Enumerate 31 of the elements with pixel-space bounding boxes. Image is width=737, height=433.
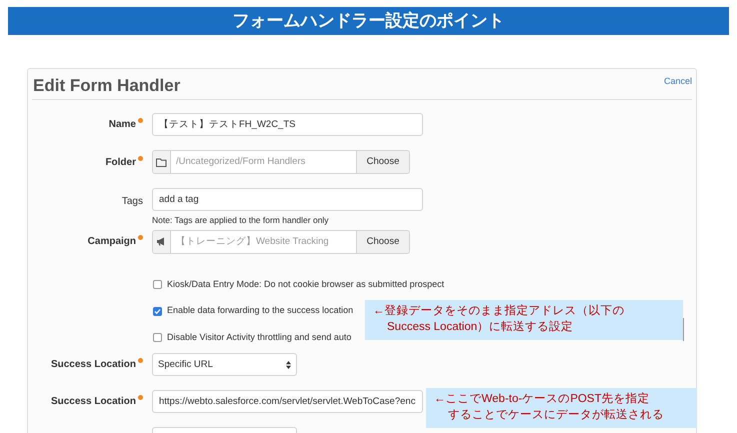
field-label: Success Location <box>50 395 136 410</box>
select-field[interactable]: Specific URL <box>152 353 297 376</box>
option-label: Disable Visitor Activity throttling and send auto <box>167 330 352 344</box>
text-field[interactable]: add a tag <box>152 188 423 211</box>
choose-button[interactable]: Choose <box>356 230 409 253</box>
checkbox[interactable] <box>153 333 162 342</box>
text-field[interactable]: https://webto.salesforce.com/servlet/servlet.WebToCase?enc <box>152 390 423 414</box>
field-label: Campaign <box>88 235 136 250</box>
field-label: Tags <box>122 195 143 210</box>
field-note: Note: Tags are applied to the form handler only <box>152 214 330 227</box>
annotation-text: ←登録データをそのまま指定アドレス（以下の <box>373 304 626 319</box>
megaphone-icon <box>156 237 167 246</box>
choose-button[interactable]: Choose <box>356 151 409 173</box>
option-label: Kiosk/Data Entry Mode: Do not cookie browser as submitted prospect <box>167 278 444 291</box>
field-label: Success Location <box>50 358 136 372</box>
panel-title: Edit Form Handler <box>32 75 180 97</box>
folder-icon <box>156 158 167 166</box>
annotation-text: Success Location）に転送する設定 <box>386 320 574 335</box>
annotation-text: することでケースにデータが転送される <box>447 408 665 423</box>
cancel-link[interactable]: Cancel <box>664 75 692 99</box>
annotation-text: ←ここでWeb-to-ケースのPOST先を指定 <box>434 392 650 407</box>
chooser-field[interactable]: /Uncategorized/Form Handlers Choose <box>152 150 410 174</box>
field-label: Folder <box>105 156 136 170</box>
select-arrows-icon <box>286 360 291 369</box>
checkbox[interactable] <box>153 280 162 289</box>
option-label: Enable data forwarding to the success location <box>167 304 354 318</box>
text-field[interactable]: 【テスト】テストFH_W2C_TS <box>152 113 423 136</box>
banner-title: フォームハンドラー設定のポイント <box>232 10 504 32</box>
checkbox[interactable] <box>153 306 162 316</box>
chooser-field[interactable]: 【トレーニング】Website Tracking Choose <box>152 230 410 254</box>
field-label: Name <box>108 118 136 132</box>
